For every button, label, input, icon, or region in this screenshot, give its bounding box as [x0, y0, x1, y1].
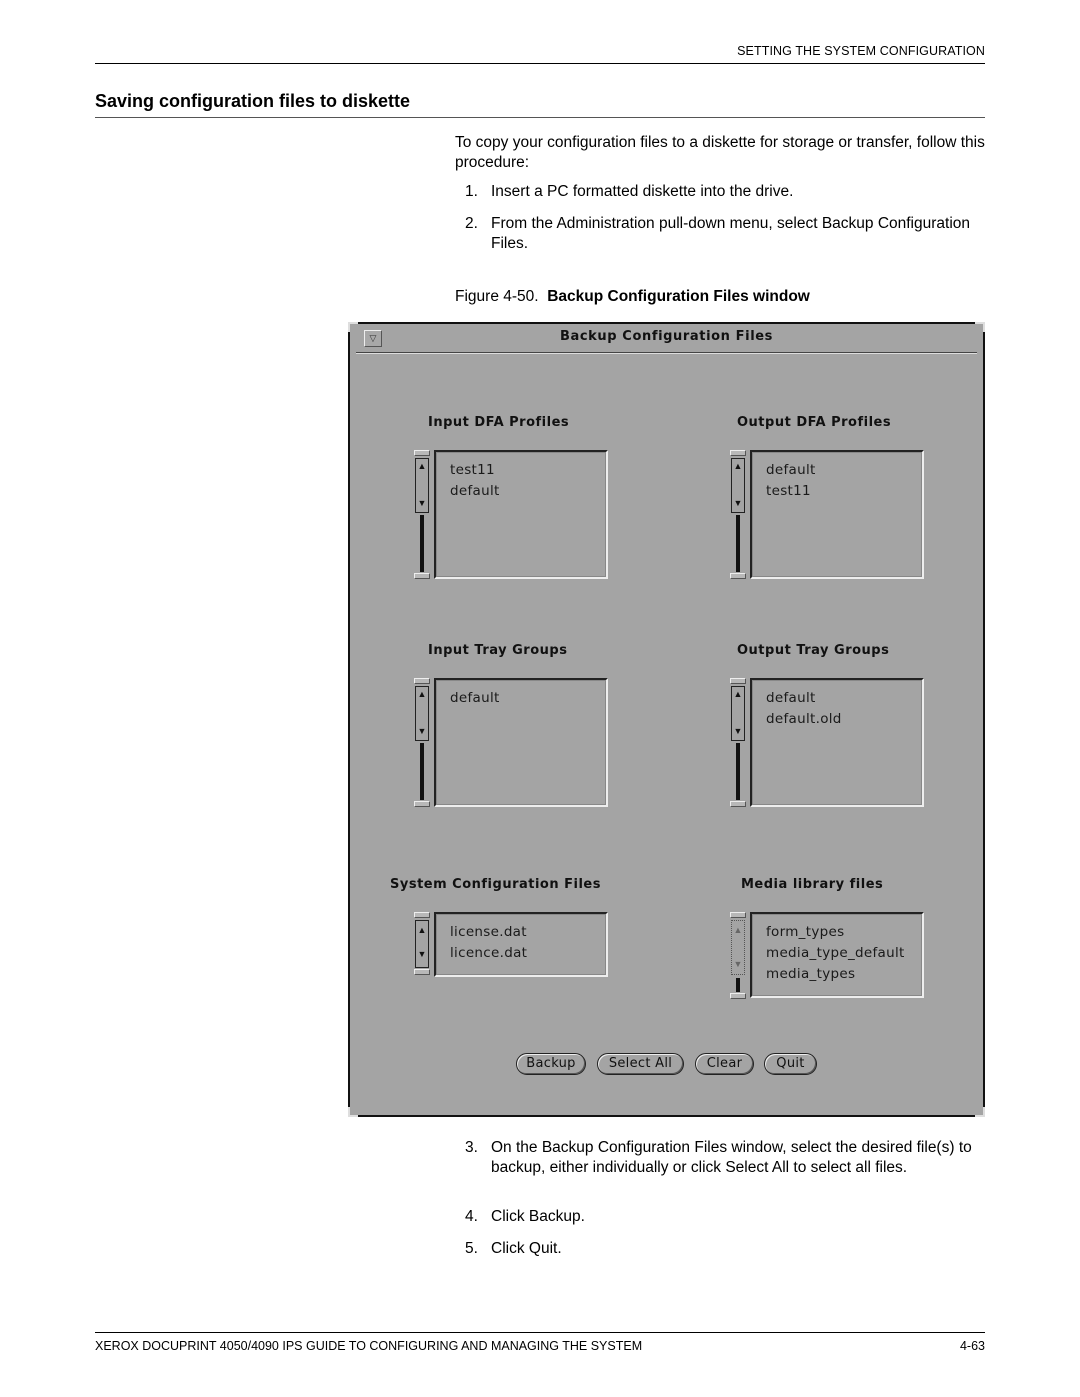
group-label-output-tray: Output Tray Groups	[737, 643, 890, 658]
step-text: On the Backup Configuration Files window…	[491, 1139, 972, 1176]
list-input-tray[interactable]: default	[434, 678, 608, 807]
list-item[interactable]: licence.dat	[436, 943, 606, 964]
scroll-top-cap[interactable]	[730, 450, 746, 456]
list-output-tray[interactable]: default default.old	[750, 678, 924, 807]
scroll-track[interactable]	[736, 978, 740, 992]
list-item[interactable]: media_types	[752, 964, 922, 985]
scroll-up-icon[interactable]: ▲	[732, 459, 744, 473]
clear-button[interactable]: Clear	[695, 1053, 754, 1075]
scroll-elevator[interactable]: ▲ ▼	[415, 458, 429, 513]
scrollbar-output-dfa[interactable]: ▲ ▼	[730, 450, 746, 580]
scroll-top-cap[interactable]	[414, 450, 430, 456]
scroll-up-icon[interactable]: ▲	[732, 687, 744, 701]
step-number: 5.	[465, 1240, 478, 1257]
section-title: Saving configuration files to diskette	[95, 91, 411, 111]
step-number: 1.	[465, 183, 478, 200]
group-label-media-library: Media library files	[741, 877, 884, 892]
scroll-track[interactable]	[420, 743, 424, 800]
quit-button[interactable]: Quit	[764, 1053, 817, 1075]
scroll-up-icon[interactable]: ▲	[416, 459, 428, 473]
scroll-bottom-cap[interactable]	[414, 801, 430, 807]
scroll-elevator[interactable]: ▲ ▼	[415, 686, 429, 741]
scroll-elevator[interactable]: ▲ ▼	[731, 686, 745, 741]
list-output-dfa[interactable]: default test11	[750, 450, 924, 579]
figure-title: Backup Configuration Files window	[547, 288, 810, 305]
running-head: SETTING THE SYSTEM CONFIGURATION	[737, 44, 985, 58]
scroll-top-cap[interactable]	[730, 912, 746, 918]
list-item[interactable]: default	[436, 688, 606, 709]
scroll-up-icon[interactable]: ▲	[416, 687, 428, 701]
figure-label: Figure 4-50.	[455, 288, 539, 305]
list-input-dfa[interactable]: test11 default	[434, 450, 608, 579]
scroll-bottom-cap[interactable]	[730, 993, 746, 999]
scroll-up-icon[interactable]: ▲	[732, 923, 744, 937]
group-label-input-tray: Input Tray Groups	[428, 643, 568, 658]
scroll-top-cap[interactable]	[414, 678, 430, 684]
list-item[interactable]: license.dat	[436, 922, 606, 943]
scroll-elevator[interactable]: ▲ ▼	[731, 920, 745, 975]
header-rule	[95, 63, 985, 64]
list-item[interactable]: media_type_default	[752, 943, 922, 964]
title-separator	[356, 352, 977, 354]
scroll-top-cap[interactable]	[730, 678, 746, 684]
scrollbar-media-library[interactable]: ▲ ▼	[730, 912, 746, 1000]
step-number: 2.	[465, 215, 478, 232]
backup-button[interactable]: Backup	[516, 1053, 586, 1075]
section-rule	[95, 117, 985, 118]
select-all-button[interactable]: Select All	[597, 1053, 684, 1075]
scrollbar-system-config[interactable]: ▲ ▼	[414, 912, 430, 976]
scroll-track[interactable]	[736, 743, 740, 800]
step-number: 3.	[465, 1139, 478, 1156]
list-item[interactable]: default.old	[752, 709, 922, 730]
scroll-down-icon[interactable]: ▼	[732, 724, 744, 738]
scroll-bottom-cap[interactable]	[730, 573, 746, 579]
list-media-library[interactable]: form_types media_type_default media_type…	[750, 912, 924, 998]
scroll-down-icon[interactable]: ▼	[416, 496, 428, 510]
scroll-bottom-cap[interactable]	[730, 801, 746, 807]
footer-title: XEROX DOCUPRINT 4050/4090 IPS GUIDE TO C…	[95, 1339, 643, 1353]
resize-corner-bottom-right[interactable]	[975, 1107, 985, 1117]
intro-paragraph: To copy your configuration files to a di…	[455, 134, 985, 171]
scroll-track[interactable]	[420, 515, 424, 572]
step-number: 4.	[465, 1208, 478, 1225]
list-system-config[interactable]: license.dat licence.dat	[434, 912, 608, 977]
scrollbar-input-dfa[interactable]: ▲ ▼	[414, 450, 430, 580]
footer-rule	[95, 1332, 985, 1333]
resize-corner-bottom-left[interactable]	[348, 1107, 358, 1117]
scrollbar-output-tray[interactable]: ▲ ▼	[730, 678, 746, 808]
step-text: Click Quit.	[491, 1240, 562, 1257]
figure-caption: Figure 4-50. Backup Configuration Files …	[455, 288, 810, 306]
scroll-elevator[interactable]: ▲ ▼	[415, 920, 429, 968]
list-item[interactable]: test11	[436, 460, 606, 481]
list-item[interactable]: test11	[752, 481, 922, 502]
scroll-top-cap[interactable]	[414, 912, 430, 918]
group-label-input-dfa: Input DFA Profiles	[428, 415, 570, 430]
scrollbar-input-tray[interactable]: ▲ ▼	[414, 678, 430, 808]
scroll-track[interactable]	[736, 515, 740, 572]
group-label-system-config: System Configuration Files	[390, 877, 601, 892]
group-label-output-dfa: Output DFA Profiles	[737, 415, 892, 430]
step-text: Click Backup.	[491, 1208, 585, 1225]
step-text: From the Administration pull-down menu, …	[491, 215, 971, 252]
scroll-bottom-cap[interactable]	[414, 969, 430, 975]
window-title: Backup Configuration Files	[559, 329, 774, 344]
scroll-down-icon[interactable]: ▼	[416, 724, 428, 738]
list-item[interactable]: default	[436, 481, 606, 502]
scroll-down-icon[interactable]: ▼	[732, 496, 744, 510]
list-item[interactable]: default	[752, 688, 922, 709]
page-number: 4-63	[959, 1339, 985, 1353]
scroll-bottom-cap[interactable]	[414, 573, 430, 579]
scroll-down-icon[interactable]: ▼	[416, 947, 428, 961]
step-text: Insert a PC formatted diskette into the …	[491, 183, 794, 200]
list-item[interactable]: default	[752, 460, 922, 481]
list-item[interactable]: form_types	[752, 922, 922, 943]
scroll-down-icon[interactable]: ▼	[732, 957, 744, 971]
scroll-elevator[interactable]: ▲ ▼	[731, 458, 745, 513]
scroll-up-icon[interactable]: ▲	[416, 923, 428, 937]
